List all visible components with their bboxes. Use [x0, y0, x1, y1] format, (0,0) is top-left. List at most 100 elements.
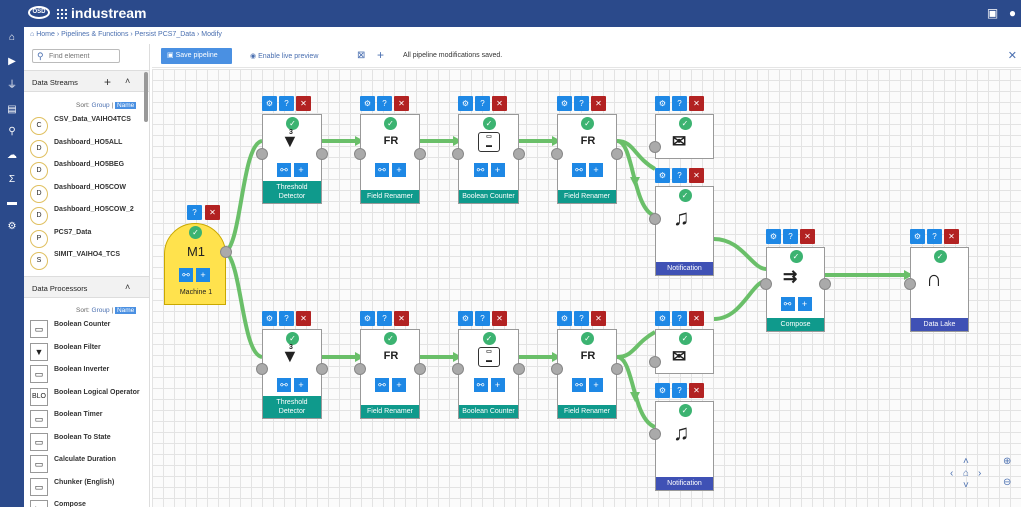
configure-gear-icon[interactable]: ⚙ — [655, 168, 670, 183]
pan-left-icon[interactable]: ‹ — [950, 468, 953, 479]
input-port[interactable] — [649, 213, 661, 225]
node-body[interactable]: ✓ ▼ 3 ⚯ + Threshold Detector — [262, 329, 322, 419]
processor-item[interactable]: ▭ Boolean Counter — [30, 320, 142, 342]
configure-gear-icon[interactable]: ⚙ — [910, 229, 925, 244]
input-port[interactable] — [649, 356, 661, 368]
zoom-in-icon[interactable]: ⊕ — [1003, 456, 1011, 467]
help-icon[interactable]: ? — [672, 311, 687, 326]
processor-item[interactable]: BLO Boolean Logical Operator — [30, 387, 142, 410]
processor-item[interactable]: ▼ Boolean Filter — [30, 342, 142, 365]
node-body[interactable]: ✓ FR ⚯ + Field Renamer — [557, 114, 617, 204]
home-small-icon[interactable]: ⌂ — [30, 31, 34, 38]
find-element-search[interactable]: ⚲ — [32, 49, 120, 63]
chat-icon[interactable]: ▣ — [986, 7, 999, 20]
add-icon[interactable]: + — [294, 378, 308, 392]
function-icon[interactable]: Σ — [0, 172, 24, 188]
configure-gear-icon[interactable]: ⚙ — [360, 311, 375, 326]
connect-icon[interactable]: ⚯ — [277, 163, 291, 177]
connect-icon[interactable]: ⚯ — [277, 378, 291, 392]
connect-icon[interactable]: ⚯ — [375, 378, 389, 392]
node-body[interactable]: ✓ ♫ Notification — [655, 186, 714, 276]
chevron-up-icon[interactable]: ˄ — [125, 76, 130, 86]
help-icon[interactable]: ? — [672, 383, 687, 398]
delete-icon[interactable]: ✕ — [689, 96, 704, 111]
pan-up-icon[interactable]: ˄ — [963, 456, 969, 467]
connect-icon[interactable]: ⚯ — [375, 163, 389, 177]
add-icon[interactable]: + — [294, 163, 308, 177]
field-renamer-node[interactable]: ⚙? ✕ ✓ FR ⚯ + Field Renamer — [354, 311, 426, 419]
delete-icon[interactable]: ✕ — [296, 96, 311, 111]
sort-name-link[interactable]: Name — [114, 102, 137, 109]
sidebar-scrollbar[interactable] — [144, 72, 148, 122]
apps-grid-icon[interactable] — [56, 8, 67, 19]
field-renamer-node[interactable]: ⚙? ✕ ✓ FR ⚯ + Field Renamer — [551, 311, 623, 419]
pipeline-canvas[interactable]: ? ✕ ✓ M1 ⚯ + Machine 1 ⚙? ✕ ✓ ▼ 3 ⚯ + Threshold Detect… — [152, 69, 1021, 507]
threshold-detector-node[interactable]: ⚙? ✕ ✓ ▼ 3 ⚯ + Threshold Detector — [256, 311, 328, 419]
stream-item[interactable]: D Dashboard_HO5BEG — [30, 160, 142, 180]
add-icon[interactable]: + — [392, 378, 406, 392]
configure-gear-icon[interactable]: ⚙ — [655, 96, 670, 111]
boolean-counter-node[interactable]: ⚙? ✕ ✓ ▭ ▬ ⚯ + Boolean Counter — [452, 311, 525, 419]
delete-icon[interactable]: ✕ — [492, 96, 507, 111]
processor-item[interactable]: ▭ Boolean Inverter — [30, 365, 142, 387]
node-body[interactable]: ✓ ▼ 3 ⚯ + Threshold Detector — [262, 114, 322, 204]
output-port[interactable] — [220, 246, 232, 258]
configure-gear-icon[interactable]: ⚙ — [262, 96, 277, 111]
configure-gear-icon[interactable]: ⚙ — [458, 96, 473, 111]
input-port[interactable] — [649, 428, 661, 440]
image-icon[interactable]: ⊠ — [357, 50, 365, 61]
configure-gear-icon[interactable]: ⚙ — [766, 229, 781, 244]
email-notification-node[interactable]: ⚙? ✕ ✓ ✉ — [649, 311, 714, 374]
help-icon[interactable]: ? — [927, 229, 942, 244]
email-notification-node[interactable]: ⚙? ✕ ✓ ✉ — [649, 96, 714, 159]
sort-group-link[interactable]: Group — [92, 307, 110, 314]
compose-node[interactable]: ⚙? ✕ ✓ ⇉ ⚯ + Compose — [760, 229, 831, 332]
node-body[interactable]: ✓ FR ⚯ + Field Renamer — [557, 329, 617, 419]
find-element-input[interactable] — [49, 51, 117, 61]
play-icon[interactable]: ▶ — [0, 54, 24, 70]
help-icon[interactable]: ? — [783, 229, 798, 244]
configure-gear-icon[interactable]: ⚙ — [360, 96, 375, 111]
help-icon[interactable]: ? — [475, 96, 490, 111]
delete-icon[interactable]: ✕ — [394, 96, 409, 111]
processor-item[interactable]: ▭ Boolean To State — [30, 432, 142, 455]
connect-icon[interactable]: ⚯ — [473, 378, 488, 392]
help-icon[interactable]: ? — [279, 311, 294, 326]
delete-icon[interactable]: ✕ — [492, 311, 507, 326]
help-icon[interactable]: ? — [574, 96, 589, 111]
connect-icon[interactable]: ⚯ — [780, 297, 795, 311]
help-icon[interactable]: ? — [475, 311, 490, 326]
help-icon[interactable]: ? — [672, 168, 687, 183]
node-body[interactable]: ✓ ♫ Notification — [655, 401, 714, 491]
processor-item[interactable]: ▭ Chunker (English) — [30, 477, 142, 500]
node-body[interactable]: ✓ FR ⚯ + Field Renamer — [360, 114, 420, 204]
node-body[interactable]: ✓ ∩ Data Lake — [910, 247, 969, 332]
connect-icon[interactable]: ⚯ — [179, 268, 193, 282]
pan-right-icon[interactable]: › — [978, 468, 981, 479]
threshold-detector-node[interactable]: ⚙? ✕ ✓ ▼ 3 ⚯ + Threshold Detector — [256, 96, 328, 204]
node-body[interactable]: ✓ ✉ — [655, 114, 714, 159]
connect-icon[interactable]: ⚯ — [473, 163, 488, 177]
delete-icon[interactable]: ✕ — [800, 229, 815, 244]
processor-item[interactable]: ▭ Calculate Duration — [30, 455, 142, 477]
chevron-up-icon[interactable]: ˄ — [125, 282, 130, 292]
add-icon[interactable]: + — [490, 378, 505, 392]
enable-live-preview-button[interactable]: ◉ Enable live preview — [250, 52, 318, 60]
connect-icon[interactable]: ⚯ — [572, 378, 586, 392]
zoom-out-icon[interactable]: ⊖ — [1003, 477, 1011, 488]
source-node-machine-1[interactable]: ? ✕ ✓ M1 ⚯ + Machine 1 — [164, 205, 232, 305]
node-body[interactable]: ✓ ▭ ▬ ⚯ + Boolean Counter — [458, 114, 519, 204]
add-icon[interactable]: + — [392, 163, 406, 177]
processor-item[interactable]: ▭ Boolean Timer — [30, 410, 142, 432]
help-icon[interactable]: ? — [672, 96, 687, 111]
delete-icon[interactable]: ✕ — [689, 311, 704, 326]
delete-icon[interactable]: ✕ — [394, 311, 409, 326]
delete-icon[interactable]: ✕ — [944, 229, 959, 244]
add-icon[interactable]: + — [589, 378, 603, 392]
input-port[interactable] — [649, 141, 661, 153]
source-node-body[interactable]: ✓ M1 ⚯ + Machine 1 — [164, 223, 226, 305]
notification-node[interactable]: ⚙? ✕ ✓ ♫ Notification — [649, 168, 714, 276]
settings-gear-icon[interactable]: ⚙ — [0, 219, 24, 235]
folder-icon[interactable]: ▬ — [0, 195, 24, 211]
configure-gear-icon[interactable]: ⚙ — [557, 311, 572, 326]
